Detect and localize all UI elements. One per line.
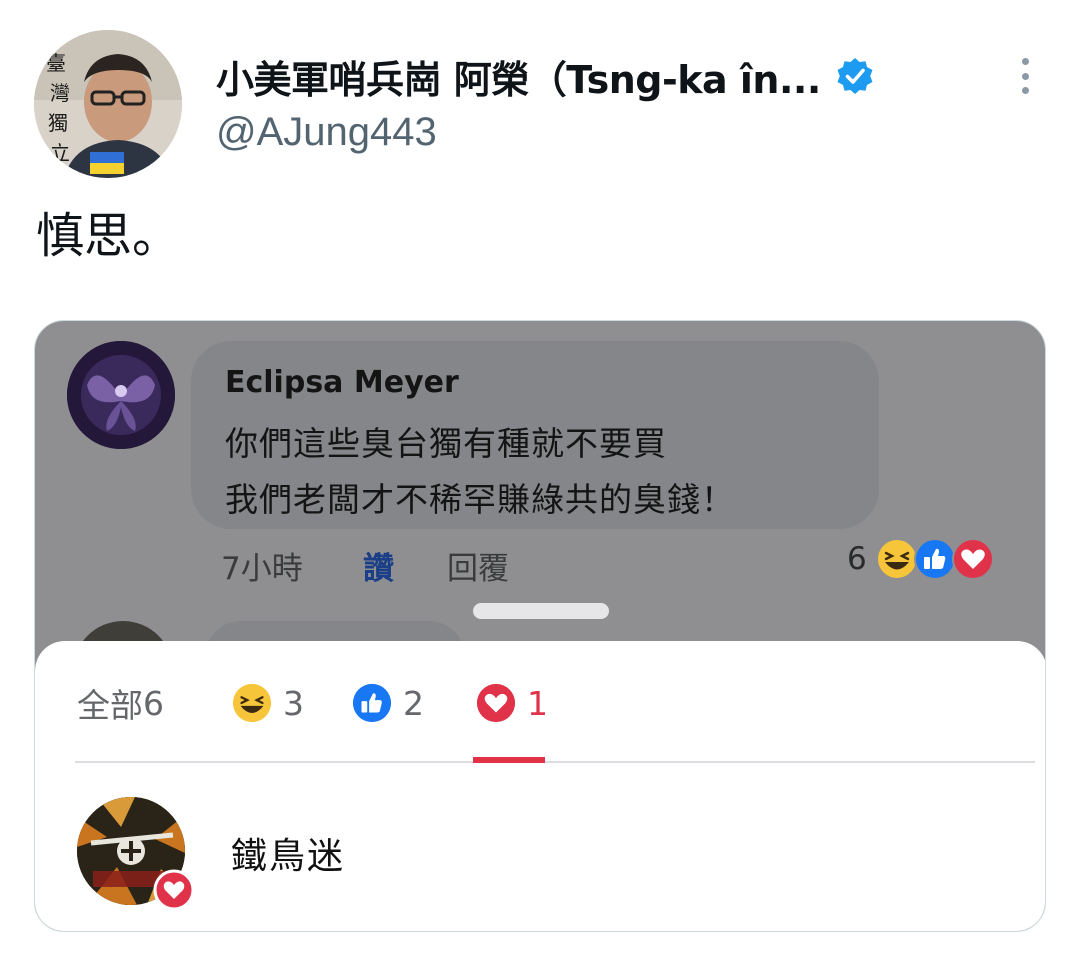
sheet-drag-handle [473,603,609,619]
comment-like-link: 讚 [363,551,394,587]
like-reaction-icon [352,683,392,723]
tab-label: 全部 [77,686,143,725]
comment-text-line: 你們這些臭台獨有種就不要買 [225,424,667,463]
comment-timestamp: 7小時 [221,551,303,587]
more-dot [1021,58,1029,65]
author-name-row: 小美軍哨兵崗 阿榮（Tsng-ka în... [216,50,875,102]
comment-text-line: 我們老闆才不稀罕賺綠共的臭錢！ [225,480,735,519]
reaction-total: 6 [847,541,867,577]
tab-all-reactions: 全部 6 [77,681,164,726]
tweet-media-image[interactable]: Eclipsa Meyer 你們這些臭台獨有種就不要買 我們老闆才不稀罕賺綠共的… [34,320,1046,932]
tab-count: 1 [527,683,548,723]
reaction-summary: 6 [847,537,995,581]
tab-count: 3 [283,683,304,723]
tab-divider [75,761,1035,763]
commenter-avatar [67,341,175,449]
tab-like: 2 [351,681,424,725]
tab-haha: 3 [231,681,304,725]
verified-badge-icon [837,58,873,94]
svg-text:獨: 獨 [48,111,68,135]
more-options-icon[interactable] [1010,54,1040,98]
commenter-name: Eclipsa Meyer [225,365,459,400]
love-reaction-icon [951,538,994,580]
haha-reaction-icon [232,683,272,723]
svg-text:灣: 灣 [50,81,70,105]
author-display-name[interactable]: 小美軍哨兵崗 阿榮（Tsng-ka în... [216,49,821,104]
butterfly-avatar-art [67,341,175,449]
tweet-text: 慎思。 [36,208,181,264]
svg-text:臺: 臺 [46,51,66,75]
author-avatar[interactable]: 臺 灣 獨 立 [34,30,182,178]
love-reaction-icon [476,683,516,723]
more-dot [1021,87,1029,94]
tab-count: 6 [143,683,164,723]
love-reaction-icon [153,869,195,911]
reactions-sheet: 全部 6 3 2 1 鐵鳥迷 [35,641,1045,931]
more-dot [1021,72,1029,80]
selected-tab-indicator [473,757,545,763]
tab-love: 1 [475,681,548,725]
reactor-name: 鐵鳥迷 [231,836,346,877]
author-handle[interactable]: @AJung443 [216,110,437,155]
comment-reply-link: 回覆 [447,551,509,587]
tab-count: 2 [403,683,424,723]
author-photo: 臺 灣 獨 立 [34,30,182,178]
svg-text:立: 立 [50,141,70,165]
